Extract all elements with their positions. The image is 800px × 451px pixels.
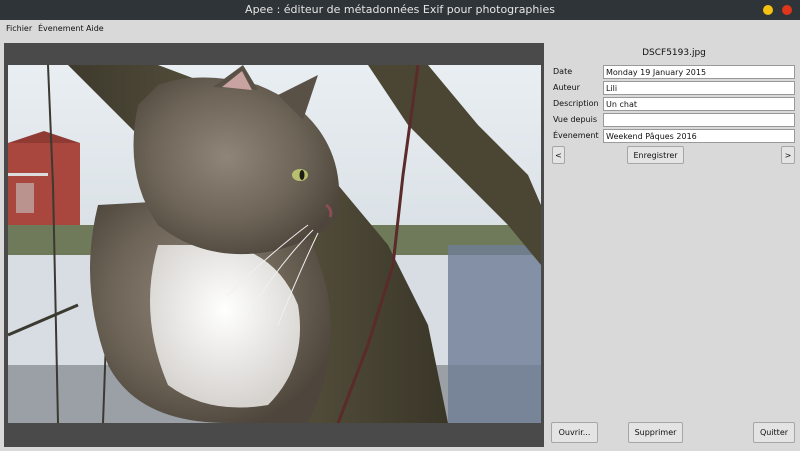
photo-preview	[8, 65, 541, 423]
delete-button[interactable]: Supprimer	[628, 422, 683, 443]
author-input[interactable]	[603, 81, 795, 95]
menu-evenement[interactable]: Évenement	[38, 24, 84, 33]
event-input[interactable]	[603, 129, 795, 143]
open-button[interactable]: Ouvrir...	[551, 422, 598, 443]
window-title: Apee : éditeur de métadonnées Exif pour …	[245, 3, 555, 16]
next-button[interactable]: >	[781, 146, 795, 164]
quit-button[interactable]: Quitter	[753, 422, 795, 443]
close-icon[interactable]	[782, 5, 792, 15]
menu-aide[interactable]: Aide	[86, 24, 104, 33]
seen-from-input[interactable]	[603, 113, 795, 127]
event-label: Évenement	[553, 131, 599, 140]
previous-button[interactable]: <	[552, 146, 565, 164]
minimize-icon[interactable]	[763, 5, 773, 15]
save-button[interactable]: Enregistrer	[627, 146, 684, 164]
menu-fichier[interactable]: Fichier	[6, 24, 32, 33]
description-label: Description	[553, 99, 599, 108]
description-input[interactable]	[603, 97, 795, 111]
title-bar: Apee : éditeur de métadonnées Exif pour …	[0, 0, 800, 20]
date-input[interactable]	[603, 65, 795, 79]
cat-photo-image	[8, 65, 541, 423]
author-label: Auteur	[553, 83, 580, 92]
seen-from-label: Vue depuis	[553, 115, 598, 124]
date-label: Date	[553, 67, 573, 76]
image-preview-panel	[4, 43, 544, 447]
file-name: DSCF5193.jpg	[642, 48, 706, 58]
menu-bar: Fichier Évenement Aide	[0, 20, 800, 40]
